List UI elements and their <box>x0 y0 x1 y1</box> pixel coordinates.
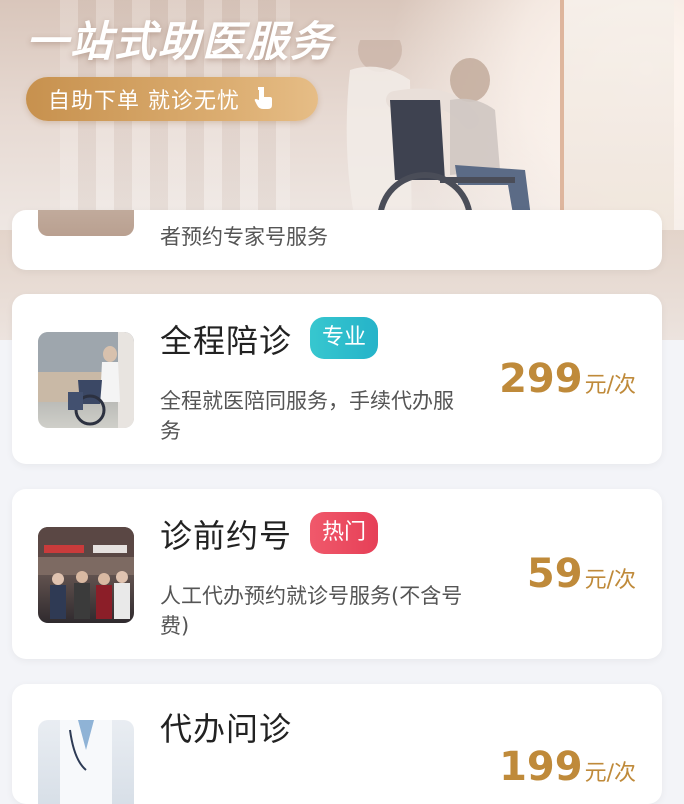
hero-window <box>560 0 674 230</box>
price-value: 299 <box>499 356 583 402</box>
hero-banner: 一站式助医服务 自助下单 就诊无忧 <box>0 0 684 340</box>
price-unit: 元/次 <box>584 568 636 593</box>
hero-title: 一站式助医服务 <box>26 17 335 66</box>
doctor-photo-thumb <box>38 720 134 804</box>
service-card-proxy-consultation[interactable]: 代办问诊 199元/次 <box>12 684 662 804</box>
service-card-pre-appointment[interactable]: 诊前约号 热门 人工代办预约就诊号服务(不含号费) 59元/次 <box>12 489 662 659</box>
hospital-hall-icon <box>38 527 134 619</box>
price-value: 59 <box>526 551 583 597</box>
service-price: 299元/次 <box>499 356 636 402</box>
wheelchair-photo-thumb <box>38 332 134 428</box>
service-card-partial[interactable]: 者预约专家号服务 <box>12 210 662 270</box>
pointing-hand-icon <box>254 87 272 109</box>
price-unit: 元/次 <box>584 761 636 786</box>
self-order-button[interactable]: 自助下单 就诊无忧 <box>26 77 318 121</box>
service-desc: 者预约专家号服务 <box>160 225 328 249</box>
price-unit: 元/次 <box>584 373 636 398</box>
service-desc: 全程就医陪同服务，手续代办服务 <box>160 389 454 443</box>
self-order-label: 自助下单 就诊无忧 <box>48 89 240 114</box>
service-title: 代办问诊 <box>160 710 293 748</box>
doctor-icon <box>60 720 112 804</box>
hot-badge: 热门 <box>310 512 379 554</box>
service-card-full-accompany[interactable]: 全程陪诊 专业 全程就医陪同服务，手续代办服务 299元/次 <box>12 294 662 464</box>
professional-badge: 专业 <box>310 317 379 359</box>
wheelchair-icon <box>38 332 134 428</box>
service-title: 诊前约号 <box>160 517 293 555</box>
price-value: 199 <box>499 744 583 790</box>
service-price: 199元/次 <box>499 744 636 790</box>
partial-card-thumb <box>38 210 134 236</box>
hospital-hall-photo-thumb <box>38 527 134 623</box>
service-price: 59元/次 <box>527 551 636 597</box>
service-desc: 人工代办预约就诊号服务(不含号费) <box>160 584 463 638</box>
service-title: 全程陪诊 <box>160 322 293 360</box>
